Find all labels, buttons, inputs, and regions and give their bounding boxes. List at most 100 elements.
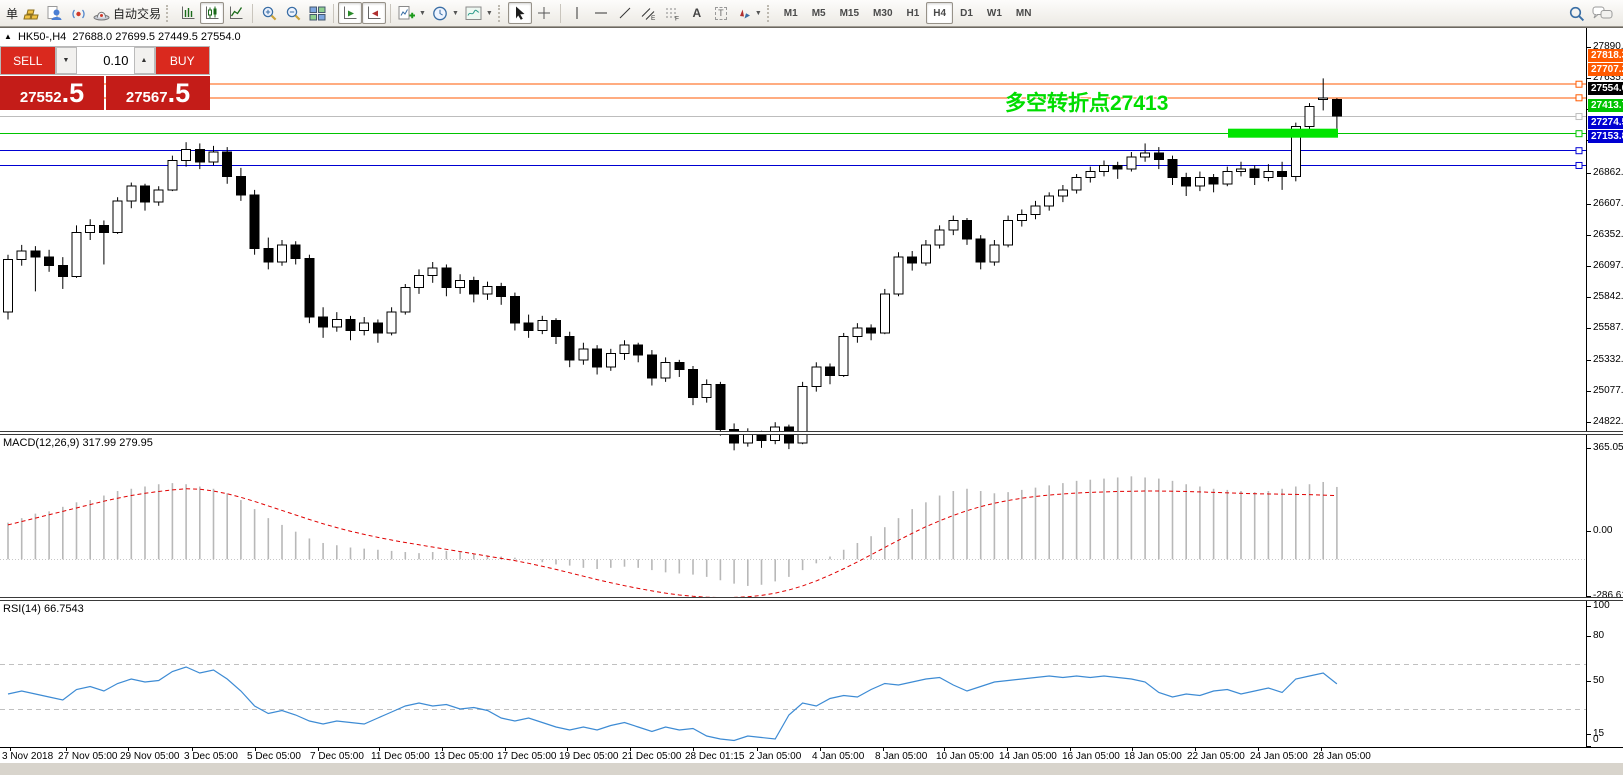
time-axis-label: 21 Dec 05:00 [622, 751, 682, 762]
text-label-tool-button[interactable]: T [709, 2, 733, 24]
macd-axis-tick-label: 365.05 [1593, 442, 1623, 453]
rsi-axis-tick [1587, 681, 1591, 682]
arrows-caret-icon[interactable]: ▼ [755, 10, 762, 17]
timeframe-mn-button[interactable]: MN [1009, 2, 1039, 24]
main-axis-tick [1587, 204, 1591, 205]
timeframe-h1-button[interactable]: H1 [900, 2, 927, 24]
chat-icon[interactable] [1589, 2, 1616, 24]
fibonacci-tool-button[interactable]: F [661, 2, 685, 24]
rsi-axis-tick [1587, 734, 1591, 735]
indicators-button[interactable]: ▼ [395, 2, 429, 24]
timeframe-m5-button[interactable]: M5 [805, 2, 833, 24]
macd-axis-tick [1587, 531, 1591, 532]
time-axis-label: 10 Jan 05:00 [936, 751, 994, 762]
timeframe-bar: M1M5M15M30H1H4D1W1MN [777, 2, 1039, 24]
broadcast-icon[interactable] [66, 2, 90, 24]
text-tool-button[interactable]: A [685, 2, 709, 24]
zoom-out-button[interactable] [281, 2, 305, 24]
search-icon[interactable] [1565, 2, 1589, 24]
chart-shift-button[interactable] [362, 2, 386, 24]
toolbar-drag-handle[interactable] [767, 5, 773, 22]
main-chart-canvas[interactable] [0, 56, 1586, 459]
chart-window [0, 27, 1623, 775]
toolbar-drag-handle[interactable] [166, 5, 172, 22]
main-axis-tick [1587, 173, 1591, 174]
periods-button[interactable]: ▼ [429, 2, 462, 24]
main-axis-tick-label: 26607.5 [1593, 198, 1623, 209]
time-axis-label: 5 Dec 05:00 [247, 751, 301, 762]
timeframe-m15-button[interactable]: M15 [833, 2, 866, 24]
mt4-terminal: { "toolbar": { "new_order_partial": "单",… [0, 0, 1623, 775]
autotrading-button[interactable]: 自动交易 [90, 2, 164, 24]
rsi-axis-tick [1587, 606, 1591, 607]
templates-caret-icon[interactable]: ▼ [486, 10, 493, 17]
timeframe-w1-button[interactable]: W1 [980, 2, 1009, 24]
rsi-name: RSI(14) [3, 603, 41, 615]
volume-decrease-button[interactable]: ▼ [56, 47, 77, 74]
macd-axis-tick-label: 0.00 [1593, 525, 1612, 536]
time-axis-label: 24 Jan 05:00 [1250, 751, 1308, 762]
sell-price-button[interactable]: 27552 .5 [0, 76, 104, 110]
price-axis[interactable]: 27890.027635.027380.027125.026862.526607… [1586, 28, 1623, 763]
main-axis-tick [1587, 266, 1591, 267]
main-axis-tick [1587, 235, 1591, 236]
time-axis[interactable]: 3 Nov 201827 Nov 05:0029 Nov 05:003 Dec … [0, 747, 1623, 763]
timeframe-d1-button[interactable]: D1 [953, 2, 980, 24]
buy-button[interactable]: BUY [155, 46, 211, 75]
sell-price-frac: .5 [62, 80, 85, 107]
time-axis-label: 18 Jan 05:00 [1124, 751, 1182, 762]
new-order-button-partial[interactable]: 单 [6, 5, 18, 22]
sell-price-main: 27552 [20, 89, 62, 106]
buy-price-button[interactable]: 27567 .5 [106, 76, 210, 110]
zoom-in-button[interactable] [257, 2, 281, 24]
volume-control: ▼ ▲ [56, 46, 155, 75]
periods-caret-icon[interactable]: ▼ [452, 10, 459, 17]
channel-tool-button[interactable]: E [637, 2, 661, 24]
one-click-trading-panel: SELL ▼ ▲ BUY 27552 .5 27567 .5 [0, 46, 210, 110]
time-axis-label: 13 Dec 05:00 [434, 751, 494, 762]
arrows-tool-button[interactable]: ▼ [733, 2, 765, 24]
auto-scroll-button[interactable] [338, 2, 362, 24]
timeframe-m30-button[interactable]: M30 [866, 2, 899, 24]
time-axis-label: 22 Jan 05:00 [1187, 751, 1245, 762]
crosshair-tool-button[interactable] [532, 2, 556, 24]
timeframe-m1-button[interactable]: M1 [777, 2, 805, 24]
pane-splitter-rsi[interactable] [0, 597, 1623, 601]
cursor-tool-button[interactable] [508, 2, 532, 24]
rsi-axis-tick-label: 50 [1593, 675, 1604, 686]
main-axis-tick-label: 25077.5 [1593, 385, 1623, 396]
time-axis-label: 3 Nov 2018 [2, 751, 53, 762]
pivot-zone-highlight[interactable] [1228, 129, 1338, 138]
pane-splitter-macd[interactable] [0, 431, 1623, 435]
candlestick-mode-button[interactable] [200, 2, 224, 24]
time-axis-label: 19 Dec 05:00 [559, 751, 619, 762]
rsi-axis-tick-label: 0 [1593, 734, 1599, 745]
buy-price-main: 27567 [126, 89, 168, 106]
templates-button[interactable]: ▼ [462, 2, 496, 24]
pivot-annotation-text: 多空转折点27413 [1005, 87, 1168, 117]
time-axis-label: 3 Dec 05:00 [184, 751, 238, 762]
horizontal-line-tool-button[interactable] [589, 2, 613, 24]
buy-price-frac: .5 [168, 80, 191, 107]
trendline-tool-button[interactable] [613, 2, 637, 24]
tile-windows-button[interactable] [305, 2, 329, 24]
volume-increase-button[interactable]: ▲ [134, 47, 155, 74]
toolbar-drag-handle[interactable] [498, 5, 504, 22]
sell-button[interactable]: SELL [0, 46, 56, 75]
main-axis-tick [1587, 391, 1591, 392]
vertical-line-tool-button[interactable] [565, 2, 589, 24]
rsi-indicator-label: RSI(14) 66.7543 [3, 603, 84, 615]
time-axis-label: 7 Dec 05:00 [310, 751, 364, 762]
svg-text:F: F [675, 16, 679, 22]
contact-icon[interactable] [42, 2, 66, 24]
volume-input[interactable] [77, 47, 134, 74]
bar-chart-mode-button[interactable] [176, 2, 200, 24]
line-chart-mode-button[interactable] [224, 2, 248, 24]
svg-text:E: E [651, 15, 656, 21]
level-anchor [1576, 131, 1582, 137]
indicators-caret-icon[interactable]: ▼ [419, 10, 426, 17]
time-axis-label: 27 Nov 05:00 [58, 751, 118, 762]
timeframe-h4-button[interactable]: H4 [926, 2, 953, 24]
one-click-panel-toggle-icon[interactable]: ▲ [4, 32, 12, 41]
gold-bars-icon[interactable] [18, 2, 42, 24]
